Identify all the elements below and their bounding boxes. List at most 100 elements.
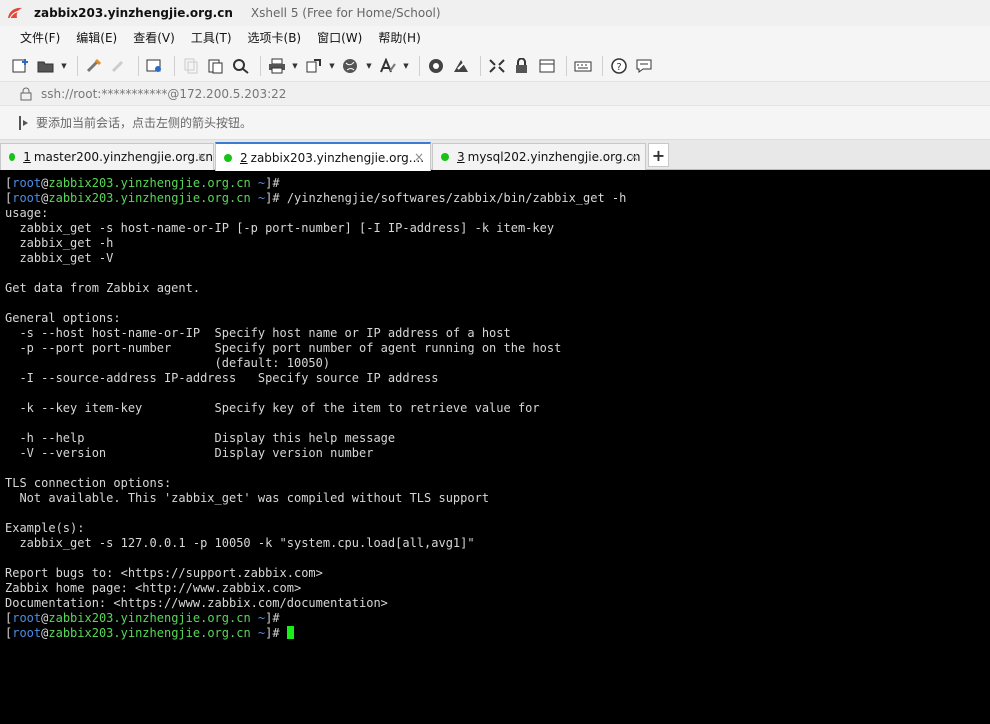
print-dropdown-icon[interactable]: ▼ <box>291 55 299 77</box>
keyboard-icon[interactable] <box>572 55 594 77</box>
command-text: /yinzhengjie/softwares/zabbix/bin/zabbix… <box>279 191 627 205</box>
toolbar-separator <box>419 55 420 76</box>
menu-view[interactable]: 查看(V) <box>125 26 183 50</box>
session-address: ssh://root:***********@172.200.5.203:22 <box>41 86 287 101</box>
menu-help[interactable]: 帮助(H) <box>370 26 428 50</box>
terminal-cursor <box>286 626 294 639</box>
prompt-line: [root@zabbix203.yinzhengjie.org.cn ~]# <box>5 611 280 625</box>
print-icon[interactable] <box>266 55 288 77</box>
toolbar-separator <box>260 55 261 76</box>
open-folder-icon[interactable] <box>35 55 57 77</box>
toolbar-separator <box>77 55 78 76</box>
help-icon[interactable]: ? <box>608 55 630 77</box>
toolbar-separator <box>602 55 603 76</box>
menu-edit[interactable]: 编辑(E) <box>68 26 125 50</box>
close-icon[interactable]: × <box>197 150 207 164</box>
output-line: Report bugs to: <https://support.zabbix.… <box>5 566 323 580</box>
command-output: usage: zabbix_get -s host-name-or-IP [-p… <box>5 206 990 611</box>
output-line: Documentation: <https://www.zabbix.com/d… <box>5 596 388 610</box>
font-icon[interactable] <box>377 55 399 77</box>
output-line: zabbix_get -V <box>5 251 114 265</box>
output-line: Example(s): <box>5 521 85 535</box>
globe-dropdown-icon[interactable]: ▼ <box>365 55 373 77</box>
output-line: zabbix_get -h <box>5 236 114 250</box>
find-icon[interactable] <box>230 55 252 77</box>
output-line: (default: 10050) <box>5 356 331 370</box>
new-session-icon[interactable] <box>10 55 32 77</box>
tab-zabbix203[interactable]: 2 zabbix203.yinzhengjie.org.... × <box>215 142 431 171</box>
tab-label: mysql202.yinzhengjie.org.cn <box>467 150 641 164</box>
lock-screen-icon[interactable] <box>511 55 533 77</box>
tab-label: zabbix203.yinzhengjie.org.... <box>250 150 425 165</box>
toolbar-separator <box>480 55 481 76</box>
title-bar: zabbix203.yinzhengjie.org.cn Xshell 5 (F… <box>0 0 990 26</box>
hint-bar: 要添加当前会话，点击左侧的箭头按钮。 <box>0 106 990 140</box>
status-dot-icon <box>9 153 16 161</box>
menu-window[interactable]: 窗口(W) <box>309 26 370 50</box>
svg-text:?: ? <box>616 62 621 73</box>
output-line: zabbix_get -s 127.0.0.1 -p 10050 -k "sys… <box>5 536 475 550</box>
close-icon[interactable]: × <box>414 150 424 164</box>
status-dot-icon <box>441 153 449 161</box>
menu-tools[interactable]: 工具(T) <box>183 26 240 50</box>
status-dot-icon <box>224 153 232 162</box>
output-line: -V --version Display version number <box>5 446 374 460</box>
window-title-app: Xshell 5 (Free for Home/School) <box>250 6 441 20</box>
menu-file[interactable]: 文件(F) <box>12 26 68 50</box>
window-title-host: zabbix203.yinzhengjie.org.cn <box>34 6 233 20</box>
add-tab-button[interactable]: + <box>648 143 669 167</box>
tab-number: 2 <box>240 150 248 165</box>
tab-master200[interactable]: 1 master200.yinzhengjie.org.cn × <box>0 143 214 170</box>
prompt-line: [root@zabbix203.yinzhengjie.org.cn ~]# /… <box>5 191 627 205</box>
connect-icon[interactable] <box>83 55 105 77</box>
terminal-output[interactable]: [root@zabbix203.yinzhengjie.org.cn ~]# [… <box>0 172 990 724</box>
xagent-icon[interactable] <box>450 55 472 77</box>
font-dropdown-icon[interactable]: ▼ <box>402 55 410 77</box>
layout-icon[interactable] <box>536 55 558 77</box>
output-line: zabbix_get -s host-name-or-IP [-p port-n… <box>5 221 555 235</box>
disconnect-icon <box>108 55 130 77</box>
address-bar[interactable]: ssh://root:***********@172.200.5.203:22 <box>0 82 990 106</box>
chat-icon[interactable] <box>633 55 655 77</box>
prompt-line-current: [root@zabbix203.yinzhengjie.org.cn ~]# <box>5 626 990 641</box>
toolbar-separator <box>566 55 567 76</box>
toolbar-separator <box>138 55 139 76</box>
tab-mysql202[interactable]: 3 mysql202.yinzhengjie.org.cn × <box>432 143 646 170</box>
xftp-icon[interactable] <box>425 55 447 77</box>
output-line: usage: <box>5 206 49 220</box>
menu-bar: 文件(F) 编辑(E) 查看(V) 工具(T) 选项卡(B) 窗口(W) 帮助(… <box>0 26 990 50</box>
globe-icon[interactable] <box>340 55 362 77</box>
paste-icon[interactable] <box>205 55 227 77</box>
output-line: -p --port port-number Specify port numbe… <box>5 341 562 355</box>
tab-number: 3 <box>457 150 465 164</box>
open-dropdown-icon[interactable]: ▼ <box>60 55 68 77</box>
toolbar: ▼ ▼ ▼ ▼ ▼ ? <box>0 50 990 82</box>
transfer-dropdown-icon[interactable]: ▼ <box>328 55 336 77</box>
add-session-arrow-icon[interactable] <box>18 115 30 131</box>
tab-number: 1 <box>23 150 31 164</box>
output-line: General options: <box>5 311 121 325</box>
output-line: TLS connection options: <box>5 476 172 490</box>
menu-tabs[interactable]: 选项卡(B) <box>240 26 310 50</box>
close-icon[interactable]: × <box>629 150 639 164</box>
output-line: -h --help Display this help message <box>5 431 396 445</box>
output-line: -k --key item-key Specify key of the ite… <box>5 401 540 415</box>
copy-icon <box>180 55 202 77</box>
output-line: Get data from Zabbix agent. <box>5 281 201 295</box>
tab-bar: 1 master200.yinzhengjie.org.cn × 2 zabbi… <box>0 140 990 171</box>
properties-icon[interactable] <box>144 55 166 77</box>
xshell-logo-icon <box>6 6 24 20</box>
toolbar-separator <box>174 55 175 76</box>
transfer-icon[interactable] <box>303 55 325 77</box>
output-line: -I --source-address IP-address Specify s… <box>5 371 439 385</box>
tab-label: master200.yinzhengjie.org.cn <box>33 150 213 164</box>
fullscreen-icon[interactable] <box>486 55 508 77</box>
output-line: -s --host host-name-or-IP Specify host n… <box>5 326 511 340</box>
